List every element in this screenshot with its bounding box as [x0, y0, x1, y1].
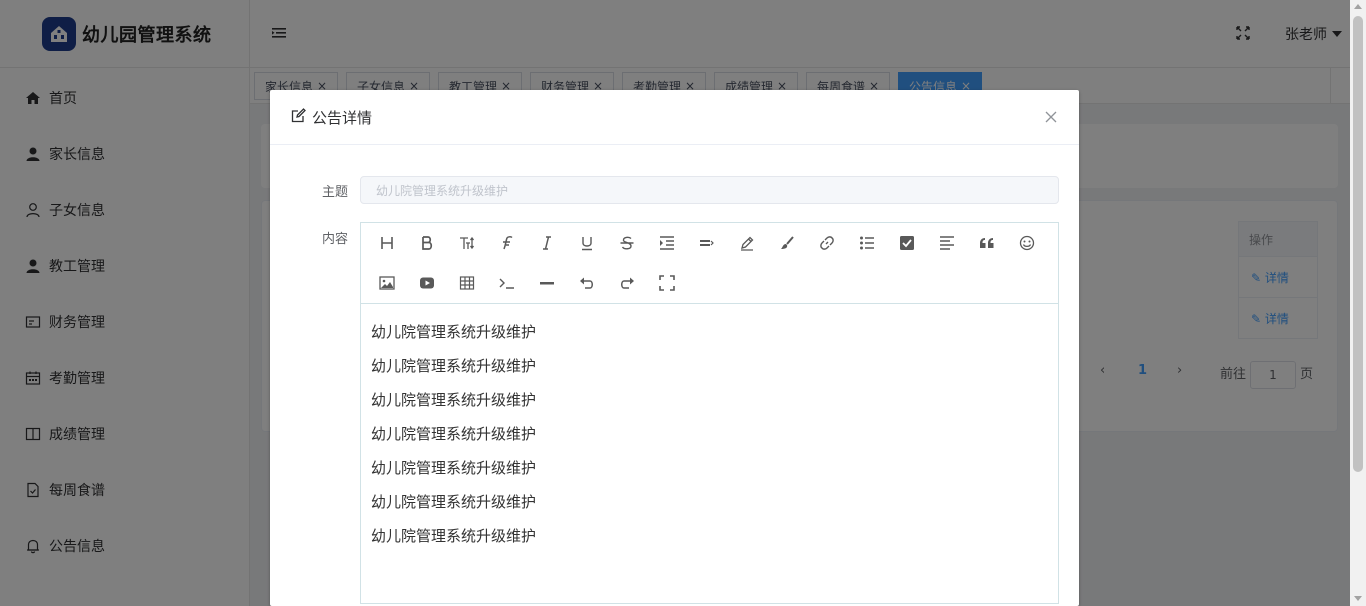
edit-icon	[291, 107, 306, 127]
fullscreen-icon[interactable]	[657, 273, 677, 293]
font-size-icon[interactable]	[457, 233, 477, 253]
divider-icon[interactable]	[537, 273, 557, 293]
align-icon[interactable]	[937, 233, 957, 253]
rich-text-editor[interactable]: 幼儿院管理系统升级维护 幼儿院管理系统升级维护 幼儿院管理系统升级维护 幼儿院管…	[360, 222, 1059, 604]
subject-input[interactable]: 幼儿院管理系统升级维护	[360, 176, 1059, 204]
code-icon[interactable]	[497, 273, 517, 293]
video-icon[interactable]	[417, 273, 437, 293]
dialog-title: 公告详情	[312, 108, 373, 127]
content-line: 幼儿院管理系统升级维护	[371, 425, 537, 443]
heading-icon[interactable]	[377, 233, 397, 253]
font-family-icon[interactable]	[497, 233, 517, 253]
scroll-up-icon[interactable]	[1354, 4, 1362, 9]
content-line: 幼儿院管理系统升级维护	[371, 391, 537, 409]
scroll-thumb[interactable]	[1353, 16, 1363, 472]
strikethrough-icon[interactable]	[617, 233, 637, 253]
quote-icon[interactable]	[977, 233, 997, 253]
content-label: 内容	[321, 232, 348, 247]
content-line: 幼儿院管理系统升级维护	[371, 527, 537, 545]
underline-icon[interactable]	[577, 233, 597, 253]
unordered-list-icon[interactable]	[857, 233, 877, 253]
content-line: 幼儿院管理系统升级维护	[371, 357, 537, 375]
page-scrollbar[interactable]	[1350, 0, 1366, 606]
editor-content[interactable]: 幼儿院管理系统升级维护 幼儿院管理系统升级维护 幼儿院管理系统升级维护 幼儿院管…	[361, 304, 1058, 564]
italic-icon[interactable]	[537, 233, 557, 253]
content-line: 幼儿院管理系统升级维护	[371, 323, 537, 341]
link-icon[interactable]	[817, 233, 837, 253]
table-icon[interactable]	[457, 273, 477, 293]
brush-icon[interactable]	[777, 233, 797, 253]
font-color-icon[interactable]	[737, 233, 757, 253]
content-line: 幼儿院管理系统升级维护	[371, 459, 537, 477]
content-line: 幼儿院管理系统升级维护	[371, 493, 537, 511]
emoji-icon[interactable]	[1017, 233, 1037, 253]
bold-icon[interactable]	[417, 233, 437, 253]
scroll-down-icon[interactable]	[1354, 596, 1362, 601]
todo-icon[interactable]	[897, 233, 917, 253]
indent-icon[interactable]	[657, 233, 677, 253]
announcement-detail-dialog: 公告详情 主题 幼儿院管理系统升级维护 内容 幼儿院管理系统升级维护 幼儿院管理…	[270, 90, 1079, 606]
subject-label: 主题	[321, 185, 348, 200]
editor-toolbar	[361, 223, 1058, 304]
undo-icon[interactable]	[577, 273, 597, 293]
dialog-header: 公告详情	[270, 90, 1079, 145]
line-height-icon[interactable]	[697, 233, 717, 253]
close-icon[interactable]	[1045, 111, 1057, 123]
image-icon[interactable]	[377, 273, 397, 293]
redo-icon[interactable]	[617, 273, 637, 293]
